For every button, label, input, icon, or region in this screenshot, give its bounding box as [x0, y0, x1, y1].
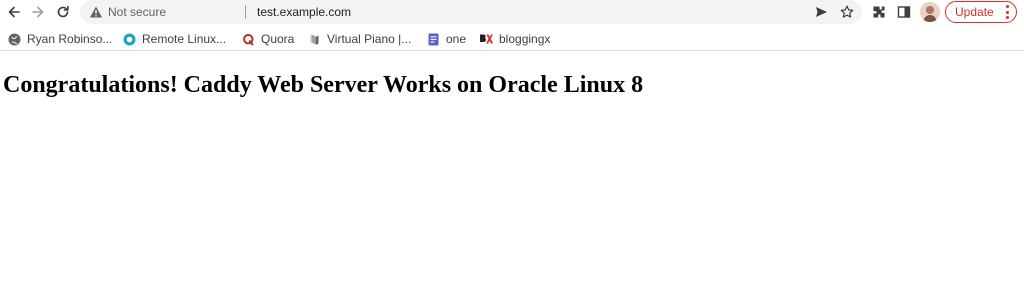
bookmark-label: Remote Linux... [142, 32, 227, 46]
update-button[interactable]: Update [945, 1, 1017, 23]
globe-icon [7, 32, 21, 46]
remote-linux-icon [122, 32, 136, 46]
bookmark-ryan-robinson[interactable]: Ryan Robinso... [7, 30, 112, 48]
forward-arrow-icon [32, 6, 44, 18]
profile-avatar[interactable] [920, 2, 940, 22]
address-bar[interactable]: Not secure test.example.com [80, 0, 862, 24]
update-label: Update [955, 5, 994, 19]
page-heading: Congratulations! Caddy Web Server Works … [3, 72, 644, 98]
address-separator [245, 5, 246, 19]
back-button[interactable] [4, 2, 24, 22]
more-options-icon[interactable] [1005, 5, 1009, 19]
security-status[interactable]: Not secure [108, 4, 166, 20]
piano-icon [307, 32, 321, 46]
bookmark-virtual-piano[interactable]: Virtual Piano |... [307, 30, 411, 48]
bookmark-one[interactable]: one [426, 30, 466, 48]
bookmark-quora[interactable]: Quora [241, 30, 294, 48]
bookmark-remote-linux[interactable]: Remote Linux... [122, 30, 226, 48]
reload-button[interactable] [53, 2, 73, 22]
forward-button[interactable] [28, 2, 48, 22]
bookmark-label: bloggingx [499, 32, 551, 46]
quora-icon [241, 32, 255, 46]
bloggingx-icon [479, 32, 493, 46]
warning-icon[interactable] [88, 4, 104, 20]
url-text[interactable]: test.example.com [257, 4, 351, 20]
side-panel-icon[interactable] [895, 3, 913, 21]
bookmark-bloggingx[interactable]: bloggingx [479, 30, 550, 48]
star-icon[interactable] [839, 4, 855, 20]
bookmark-label: Virtual Piano |... [327, 32, 412, 46]
browser-toolbar: Not secure test.example.com Update [0, 0, 1024, 25]
bookmark-label: Quora [261, 32, 295, 46]
extensions-puzzle-icon[interactable] [870, 3, 888, 21]
bookmark-label: one [446, 32, 467, 46]
send-icon[interactable] [813, 4, 829, 20]
bookmark-label: Ryan Robinso... [27, 32, 113, 46]
back-arrow-icon [8, 6, 20, 18]
docs-icon [426, 32, 440, 46]
reload-icon [57, 5, 69, 18]
bookmarks-bar: Ryan Robinso... Remote Linux... Quora Vi… [0, 27, 1024, 51]
